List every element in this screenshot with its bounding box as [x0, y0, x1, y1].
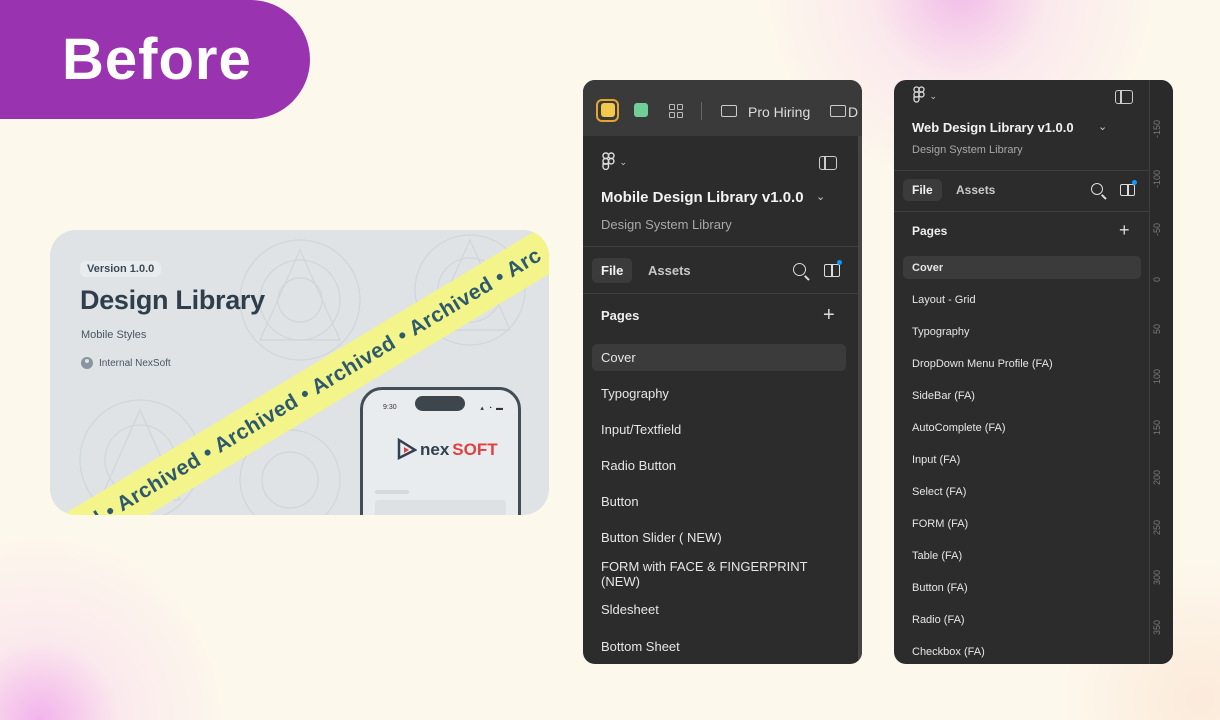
- cover-thumbnail: Version 1.0.0 Design Library Mobile Styl…: [50, 230, 549, 515]
- toolbar-divider: [701, 102, 702, 120]
- ruler-tick: 50: [1152, 323, 1162, 334]
- file-title[interactable]: Web Design Library v1.0.0: [912, 120, 1074, 135]
- page-item[interactable]: Checkbox (FA): [903, 640, 1141, 663]
- logo-nex: nex: [420, 440, 450, 459]
- web-library-panel: ⌄ Web Design Library v1.0.0 ⌄ Design Sys…: [894, 80, 1173, 664]
- version-badge: Version 1.0.0: [80, 261, 162, 277]
- ruler-tick: 0: [1152, 276, 1162, 282]
- page-item-cover[interactable]: Cover: [592, 344, 846, 371]
- page-item[interactable]: Button: [592, 488, 846, 515]
- phone-notch: [415, 396, 465, 411]
- search-icon[interactable]: [1091, 183, 1103, 195]
- page-item[interactable]: Radio (FA): [903, 608, 1141, 631]
- sidebar-toggle-icon[interactable]: [819, 156, 837, 170]
- file-title[interactable]: Mobile Design Library v1.0.0: [601, 189, 804, 206]
- ruler-tick: 150: [1152, 419, 1162, 435]
- nexsoft-logo-mark-icon: [397, 438, 417, 460]
- breadcrumb-pro-hiring[interactable]: Pro Hiring: [748, 104, 810, 120]
- pages-heading: Pages: [912, 224, 948, 238]
- page-item[interactable]: Button Slider ( NEW): [592, 524, 846, 551]
- add-page-icon[interactable]: +: [1119, 221, 1130, 239]
- figma-menu[interactable]: ⌄: [913, 86, 937, 104]
- page-item[interactable]: FORM with FACE & FINGERPRINT (NEW): [592, 559, 846, 589]
- breadcrumb-next[interactable]: D: [848, 104, 858, 120]
- owner-label: Internal NexSoft: [99, 357, 171, 369]
- page-item[interactable]: Radio Button: [592, 452, 846, 479]
- grid-icon[interactable]: [669, 104, 683, 118]
- toolbar: Pro Hiring D: [583, 80, 862, 136]
- phone-time: 9:30: [383, 404, 397, 411]
- page-item[interactable]: DropDown Menu Profile (FA): [903, 352, 1141, 375]
- tab-assets[interactable]: Assets: [639, 258, 700, 283]
- phone-mockup: 9:30 ▴ ◔ ▬ nex SOFT: [360, 387, 521, 515]
- page-item[interactable]: Button (FA): [903, 576, 1141, 599]
- sidebar-toggle-icon[interactable]: [1115, 90, 1133, 104]
- file-subtitle: Design System Library: [912, 144, 1023, 156]
- vertical-ruler: -150 -100 -50 0 50 100 150 200 250 300 3…: [1149, 80, 1173, 664]
- phone-placeholder-block: [375, 500, 506, 515]
- page-item[interactable]: AutoComplete (FA): [903, 416, 1141, 439]
- divider: [894, 170, 1149, 171]
- mobile-library-panel: Pro Hiring D ⌄ Mobile Design Library v1.…: [583, 80, 862, 664]
- ruler-tick: 100: [1152, 368, 1162, 384]
- phone-status-icons: ▴ ◔ ▬: [480, 405, 504, 412]
- page-item[interactable]: Sldesheet: [592, 596, 846, 623]
- logo-soft: SOFT: [452, 440, 498, 459]
- folder-icon: [830, 105, 846, 117]
- tab-assets[interactable]: Assets: [947, 179, 1004, 201]
- cover-subtitle: Mobile Styles: [81, 329, 147, 341]
- ruler-tick: -100: [1152, 169, 1162, 188]
- page-item[interactable]: Input/Textfield: [592, 416, 846, 443]
- folder-icon: [721, 105, 737, 117]
- divider: [583, 246, 862, 247]
- nexsoft-logo: nex SOFT: [397, 438, 498, 460]
- figma-logo-icon: [602, 152, 615, 171]
- scrollbar[interactable]: [858, 136, 862, 664]
- cover-owner: Internal NexSoft: [81, 357, 171, 369]
- phone-placeholder-line: [375, 490, 409, 494]
- pages-heading: Pages: [601, 308, 640, 323]
- before-badge: Before: [0, 0, 310, 119]
- divider: [583, 293, 862, 294]
- library-icon[interactable]: [1120, 184, 1135, 196]
- notification-dot: [837, 260, 842, 265]
- yellow-swatch-icon[interactable]: [601, 103, 615, 117]
- ruler-tick: 250: [1152, 519, 1162, 535]
- page-item[interactable]: Layout - Grid: [903, 288, 1141, 311]
- ruler-tick: 350: [1152, 619, 1162, 635]
- figma-logo-icon: [913, 86, 925, 103]
- ruler-tick: -150: [1152, 119, 1162, 138]
- user-icon: [81, 357, 93, 369]
- before-label: Before: [62, 27, 252, 92]
- page-item[interactable]: FORM (FA): [903, 512, 1141, 535]
- page-item-cover[interactable]: Cover: [903, 256, 1141, 279]
- ruler-tick: -50: [1152, 222, 1162, 236]
- page-item[interactable]: Typography: [592, 380, 846, 407]
- cover-title: Design Library: [80, 285, 265, 315]
- green-swatch-icon[interactable]: [634, 103, 648, 117]
- ruler-tick: 200: [1152, 469, 1162, 485]
- ruler-tick: 300: [1152, 569, 1162, 585]
- page-item[interactable]: SideBar (FA): [903, 384, 1141, 407]
- file-subtitle: Design System Library: [601, 217, 732, 232]
- page-item[interactable]: Select (FA): [903, 480, 1141, 503]
- library-icon[interactable]: [824, 264, 840, 277]
- figma-menu[interactable]: ⌄: [602, 152, 627, 171]
- tab-file[interactable]: File: [903, 179, 942, 201]
- search-icon[interactable]: [793, 263, 806, 276]
- chevron-down-icon[interactable]: ⌄: [1098, 120, 1107, 133]
- tab-file[interactable]: File: [592, 258, 633, 283]
- add-page-icon[interactable]: +: [823, 305, 835, 325]
- divider: [894, 211, 1149, 212]
- page-item[interactable]: Input (FA): [903, 448, 1141, 471]
- chevron-down-icon: ⌄: [929, 91, 937, 101]
- chevron-down-icon[interactable]: ⌄: [816, 190, 825, 203]
- page-item[interactable]: Table (FA): [903, 544, 1141, 567]
- page-item[interactable]: Typography: [903, 320, 1141, 343]
- notification-dot: [1132, 180, 1137, 185]
- page-item[interactable]: Bottom Sheet: [592, 633, 846, 660]
- chevron-down-icon: ⌄: [619, 157, 627, 168]
